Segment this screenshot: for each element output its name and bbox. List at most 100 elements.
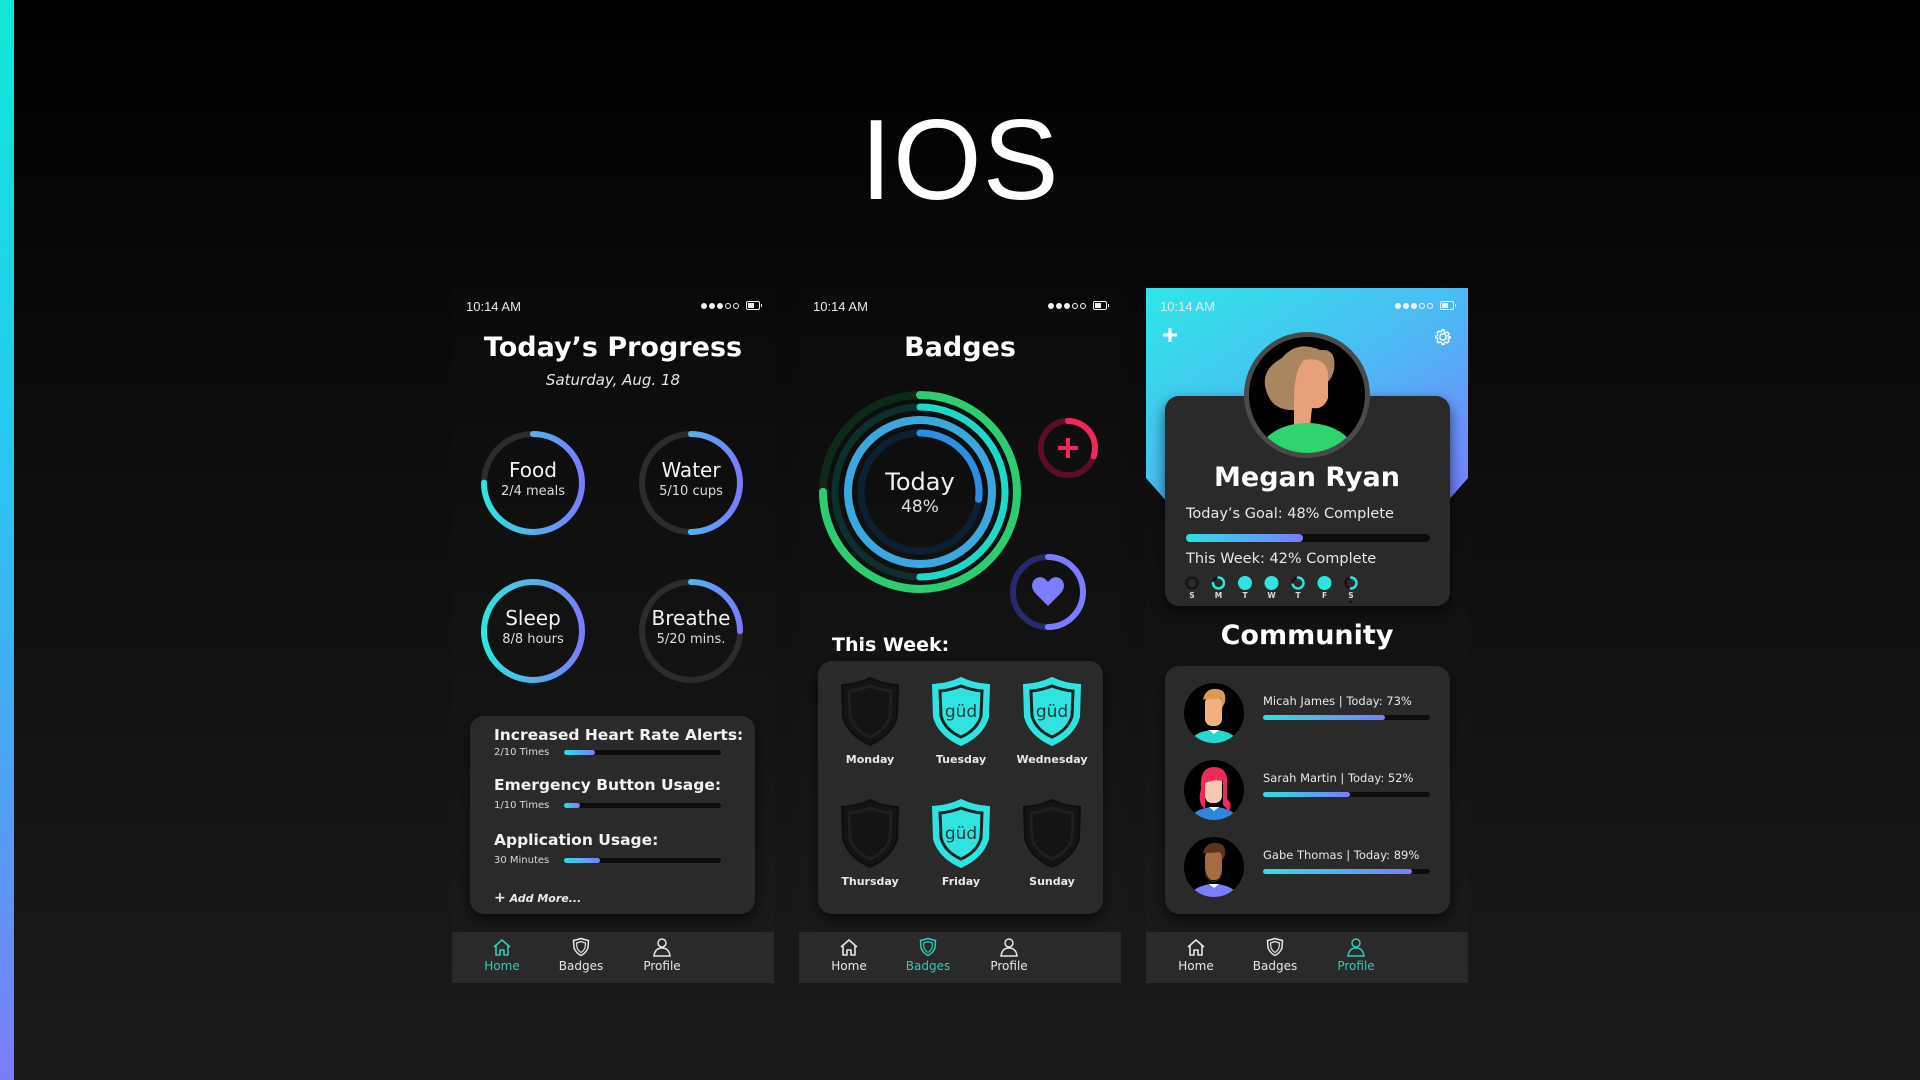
community-member-row[interactable]: Gabe Thomas | Today: 89%	[1165, 836, 1450, 900]
week-day-dot	[1238, 576, 1252, 590]
ring-detail: 8/8 hours	[502, 632, 564, 647]
home-icon	[1156, 937, 1236, 957]
metric-progress-bar	[564, 803, 721, 808]
badge-day-label: Wednesday	[1016, 753, 1088, 766]
heart-icon[interactable]	[1032, 577, 1064, 606]
metric-detail: 2/10 Times	[494, 747, 550, 758]
ring-title: Food	[509, 458, 557, 482]
badge-day-label: Thursday	[841, 875, 899, 888]
shield-badge-empty-icon	[1022, 798, 1082, 869]
metric-detail: 1/10 Times	[494, 800, 550, 811]
ring-water[interactable]: Water 5/10 cups	[631, 458, 751, 499]
community-member-row[interactable]: Micah James | Today: 73%	[1165, 682, 1450, 746]
plus-icon: +	[494, 890, 506, 906]
today-goal-label: Today’s Goal: 48% Complete	[1186, 506, 1394, 522]
member-progress-bar	[1263, 869, 1430, 874]
add-more-label: Add More...	[509, 892, 582, 905]
ring-detail: 2/4 meals	[500, 484, 566, 499]
badge-friday[interactable]: güd Friday	[916, 797, 1006, 888]
week-day-dot	[1317, 576, 1332, 590]
week-day-label: S	[1348, 591, 1354, 600]
avatar[interactable]	[1242, 330, 1372, 460]
community-card: Micah James | Today: 73% Sarah Martin | …	[1165, 666, 1450, 914]
week-day-label: S	[1189, 591, 1195, 600]
community-member-row[interactable]: Sarah Martin | Today: 52%	[1165, 759, 1450, 823]
tab-bar: Home Badges Profile	[452, 932, 774, 983]
gear-icon	[1434, 328, 1452, 346]
shield-icon	[541, 937, 621, 957]
week-day-label: W	[1267, 591, 1276, 600]
add-more-button[interactable]: + Add More...	[494, 890, 581, 906]
today-label: Today	[885, 468, 955, 496]
ring-breathe[interactable]: Breathe 5/20 mins.	[631, 606, 751, 647]
member-progress-bar	[1263, 715, 1430, 720]
deck-title: IOS	[860, 97, 1060, 224]
week-day-labels: SMTWTFS	[1182, 591, 1382, 603]
today-goal-progress-bar	[1186, 534, 1430, 542]
tab-label: Home	[831, 959, 867, 973]
this-week-label: This Week:	[832, 634, 950, 656]
ring-sleep[interactable]: Sleep 8/8 hours	[473, 606, 593, 647]
signal-dots-icon	[1395, 301, 1456, 310]
person-icon	[1316, 937, 1396, 957]
tab-profile[interactable]: Profile	[1316, 937, 1396, 973]
member-avatar	[1184, 683, 1244, 743]
person-icon	[969, 937, 1049, 957]
tab-badges[interactable]: Badges	[541, 937, 621, 973]
badge-sunday[interactable]: Sunday	[1007, 797, 1097, 888]
metric-detail: 30 Minutes	[494, 855, 550, 866]
tab-profile[interactable]: Profile	[622, 937, 702, 973]
this-week-label: This Week: 42% Complete	[1186, 551, 1377, 567]
week-day-dot	[1264, 576, 1279, 590]
tab-label: Profile	[990, 959, 1028, 973]
tab-label: Home	[484, 959, 520, 973]
home-icon	[809, 937, 889, 957]
ring-title: Breathe	[651, 606, 731, 630]
community-title: Community	[1220, 620, 1394, 651]
tab-profile[interactable]: Profile	[969, 937, 1049, 973]
metric-progress-bar	[564, 858, 721, 863]
member-label: Sarah Martin | Today: 52%	[1263, 771, 1414, 785]
tab-bar: Home Badges Profile	[799, 932, 1121, 983]
member-label: Gabe Thomas | Today: 89%	[1263, 848, 1420, 862]
badge-monday[interactable]: Monday	[825, 675, 915, 766]
ring-detail: 5/10 cups	[659, 484, 723, 499]
tab-bar: Home Badges Profile	[1146, 932, 1468, 983]
tab-label: Profile	[1337, 959, 1375, 973]
ring-food[interactable]: Food 2/4 meals	[473, 458, 593, 499]
week-day-label: T	[1242, 591, 1248, 600]
badges-card: Monday güd Tuesday güd Wednesday Thursda…	[818, 661, 1103, 914]
plus-icon[interactable]	[1058, 438, 1078, 458]
badge-tuesday[interactable]: güd Tuesday	[916, 675, 1006, 766]
tab-label: Badges	[905, 959, 951, 973]
person-icon	[622, 937, 702, 957]
badge-thursday[interactable]: Thursday	[825, 797, 915, 888]
member-progress-bar	[1263, 792, 1430, 797]
week-day-label: T	[1295, 591, 1301, 600]
activity-rings	[819, 391, 1098, 630]
home-icon	[462, 937, 542, 957]
status-bar: 10:14 AM	[1160, 299, 1456, 315]
today-summary: Today 48%	[860, 468, 980, 517]
shield-icon	[1235, 937, 1315, 957]
phone-screen-badges: 10:14 AM Badges Today 48% This Week: Mon…	[799, 288, 1121, 983]
badge-day-label: Tuesday	[935, 753, 987, 766]
shield-badge-earned-icon: güd	[931, 798, 991, 869]
tab-label: Badges	[1252, 959, 1298, 973]
tab-home[interactable]: Home	[809, 937, 889, 973]
tab-home[interactable]: Home	[1156, 937, 1236, 973]
tab-badges[interactable]: Badges	[888, 937, 968, 973]
metrics-card: Increased Heart Rate Alerts: 2/10 Times …	[470, 716, 755, 914]
tab-label: Badges	[558, 959, 604, 973]
metric-title: Application Usage:	[494, 831, 659, 849]
phone-screen-progress: 10:14 AM Today’s Progress Saturday, Aug.…	[452, 288, 774, 983]
settings-button[interactable]	[1432, 326, 1454, 348]
status-time: 10:14 AM	[1160, 299, 1215, 314]
badge-wednesday[interactable]: güd Wednesday	[1007, 675, 1097, 766]
tab-badges[interactable]: Badges	[1235, 937, 1315, 973]
shield-badge-empty-icon	[840, 676, 900, 747]
shield-badge-earned-icon: güd	[931, 676, 991, 747]
add-button[interactable]	[1159, 324, 1181, 346]
tab-home[interactable]: Home	[462, 937, 542, 973]
plus-icon	[1163, 328, 1177, 342]
